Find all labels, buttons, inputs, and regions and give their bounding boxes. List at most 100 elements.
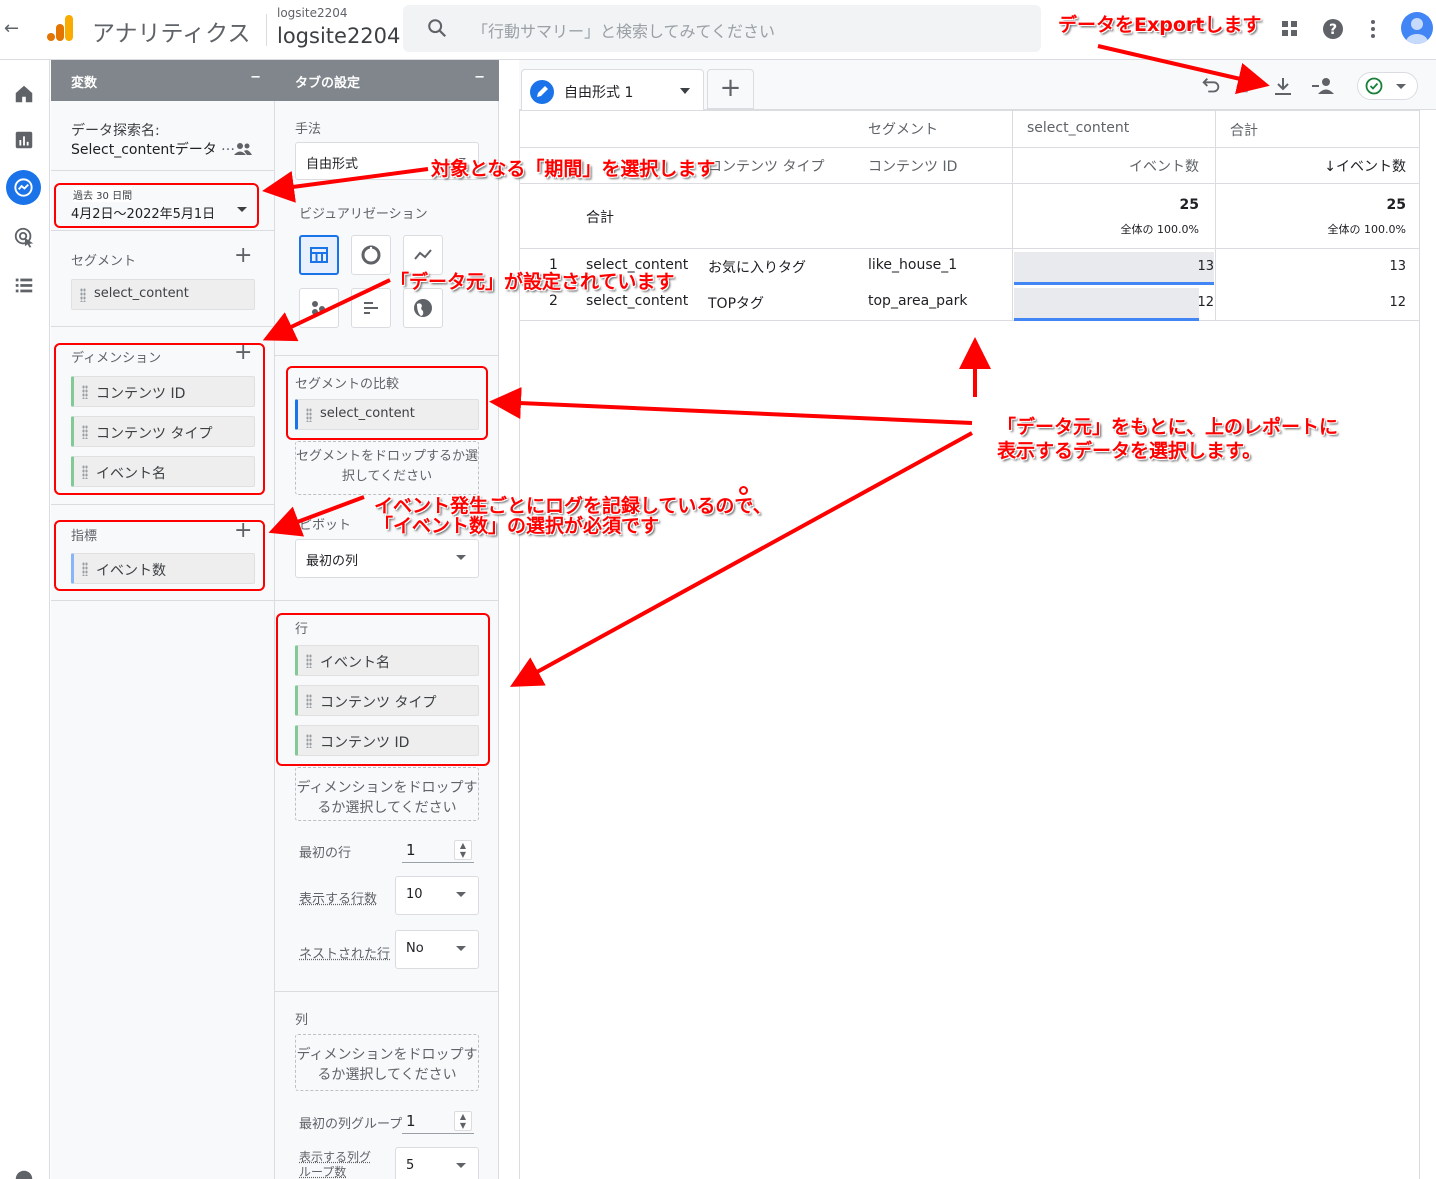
- annotation-select-line1: 「データ元」をもとに、上のレポートに: [997, 412, 1338, 439]
- first-col-group-label: 最初の列グループ: [299, 1113, 402, 1132]
- edit-pencil-icon[interactable]: [530, 80, 554, 104]
- share-people-icon[interactable]: [234, 142, 252, 156]
- table-visualization-button[interactable]: [299, 235, 339, 275]
- columns-label: 列: [295, 1009, 308, 1028]
- stepper-arrows-icon[interactable]: ▲ ▼: [454, 840, 472, 860]
- bar-visualization-button[interactable]: [351, 288, 391, 328]
- input-underline: [402, 1133, 474, 1134]
- back-arrow-icon[interactable]: ←: [4, 18, 19, 39]
- geo-visualization-button[interactable]: [403, 288, 443, 328]
- drag-handle-icon[interactable]: [80, 288, 86, 302]
- undo-icon[interactable]: [1200, 75, 1222, 97]
- value-select-content: 13: [1197, 259, 1214, 274]
- chevron-down-icon: [1396, 84, 1406, 89]
- table-icon: [301, 237, 337, 273]
- table-border: [1215, 110, 1216, 320]
- share-people-icon[interactable]: [1311, 74, 1339, 98]
- annotation-event-line2: 「イベント数」の選択が必須です: [374, 511, 659, 538]
- annotation-export: データをExportします: [1058, 10, 1261, 37]
- pivot-label: ピボット: [299, 514, 351, 533]
- report-canvas: [519, 60, 1420, 1179]
- check-circle-icon: [1365, 77, 1383, 95]
- scatter-plot-icon: [300, 289, 338, 327]
- more-vert-icon[interactable]: [1361, 17, 1385, 41]
- metric-header-event-count[interactable]: イベント数: [1129, 156, 1199, 176]
- apps-grid-icon[interactable]: [1278, 17, 1302, 41]
- account-name[interactable]: logsite2204: [277, 6, 348, 20]
- annotation-select-line2: 表示するデータを選択します。: [997, 436, 1261, 463]
- explore-icon: [12, 176, 35, 199]
- first-col-group-input[interactable]: 1: [406, 1112, 416, 1130]
- chevron-down-icon: [456, 946, 466, 951]
- donut-visualization-button[interactable]: [351, 235, 391, 275]
- tab-settings-header: タブの設定 −: [275, 60, 499, 101]
- scatter-visualization-button[interactable]: [299, 288, 339, 328]
- column-header-select-content: select_content: [1027, 120, 1129, 136]
- analytics-logo-icon[interactable]: [46, 13, 76, 43]
- annotation-period: 対象となる「期間」を選択します: [431, 154, 715, 181]
- minimize-icon[interactable]: −: [250, 70, 261, 85]
- chevron-down-icon: [456, 1163, 466, 1168]
- value-bar: [1014, 288, 1199, 321]
- value-total: 13: [1389, 259, 1406, 274]
- highlight-date-range: [54, 183, 259, 228]
- svg-text:?: ?: [1329, 22, 1337, 38]
- advertising-icon[interactable]: [13, 226, 35, 248]
- segment-chip[interactable]: select_content: [71, 279, 255, 310]
- app-name: アナリティクス: [92, 14, 250, 48]
- highlight-rows: [276, 613, 490, 766]
- exploration-name[interactable]: Select_contentデータ: [71, 139, 217, 159]
- row-dimension-drop-zone[interactable]: ディメンションをドロップするか選択してください: [295, 767, 479, 821]
- avatar[interactable]: [1401, 12, 1433, 44]
- segment-drop-zone[interactable]: セグメントをドロップするか選択してください: [295, 441, 479, 495]
- settings-gear-icon[interactable]: [13, 1168, 35, 1179]
- more-icon[interactable]: …: [221, 138, 235, 154]
- pivot-value: 最初の列: [306, 554, 358, 569]
- event-name-cell: select_content: [586, 293, 688, 309]
- value-total: 12: [1389, 295, 1406, 310]
- reports-icon[interactable]: [13, 129, 35, 151]
- minimize-icon[interactable]: −: [474, 70, 485, 85]
- configure-list-icon[interactable]: [13, 274, 35, 296]
- pivot-select[interactable]: 最初の列: [295, 539, 479, 578]
- search-input[interactable]: 「行動サマリー」と検索してみてください: [472, 18, 775, 42]
- dimension-header-content-type[interactable]: コンテンツ タイプ: [708, 156, 824, 176]
- total-percent-select-content: 全体の 100.0%: [1121, 221, 1199, 237]
- nested-rows-select[interactable]: No: [395, 930, 479, 969]
- column-dimension-drop-zone[interactable]: ディメンションをドロップするか選択してください: [295, 1034, 479, 1091]
- search-icon: [426, 17, 448, 39]
- home-icon[interactable]: [13, 83, 35, 105]
- redo-icon[interactable]: [1234, 75, 1256, 97]
- metric-header-event-count-sorted[interactable]: ↓イベント数: [1324, 156, 1406, 176]
- tab-freeform-1[interactable]: 自由形式 1: [521, 69, 704, 111]
- donut-chart-icon: [352, 236, 390, 274]
- help-icon[interactable]: ?: [1321, 17, 1345, 41]
- highlight-segment-compare: [286, 366, 488, 440]
- divider: [51, 504, 275, 505]
- exploration-name-label: データ探索名:: [71, 120, 160, 140]
- chevron-down-icon[interactable]: [680, 88, 690, 94]
- annotation-dot: [739, 486, 748, 495]
- chevron-down-icon: [456, 555, 466, 560]
- variables-panel-title: 変数: [71, 76, 97, 91]
- download-export-icon[interactable]: [1271, 74, 1295, 98]
- value-select-content: 12: [1197, 295, 1214, 310]
- stepper-arrows-icon[interactable]: ▲ ▼: [454, 1111, 472, 1131]
- row-index: 2: [549, 293, 558, 309]
- add-tab-button[interactable]: +: [707, 69, 754, 109]
- status-badge[interactable]: [1357, 72, 1418, 100]
- col-groups-shown-select[interactable]: 5: [395, 1147, 479, 1179]
- dimension-header-content-id[interactable]: コンテンツ ID: [868, 156, 957, 176]
- annotation-data-source: 「データ元」が設定されています: [390, 267, 674, 294]
- add-segment-icon[interactable]: +: [234, 246, 252, 266]
- highlight-metrics: [54, 520, 265, 591]
- property-name[interactable]: logsite2204: [277, 24, 400, 48]
- segments-label: セグメント: [71, 250, 136, 269]
- input-underline: [402, 862, 474, 863]
- rows-shown-select[interactable]: 10: [395, 876, 479, 915]
- first-row-input[interactable]: 1: [406, 841, 416, 859]
- first-row-label: 最初の行: [299, 842, 351, 861]
- content-id-cell: like_house_1: [868, 257, 957, 273]
- tab-settings-title: タブの設定: [295, 76, 360, 91]
- table-border: [519, 248, 1420, 249]
